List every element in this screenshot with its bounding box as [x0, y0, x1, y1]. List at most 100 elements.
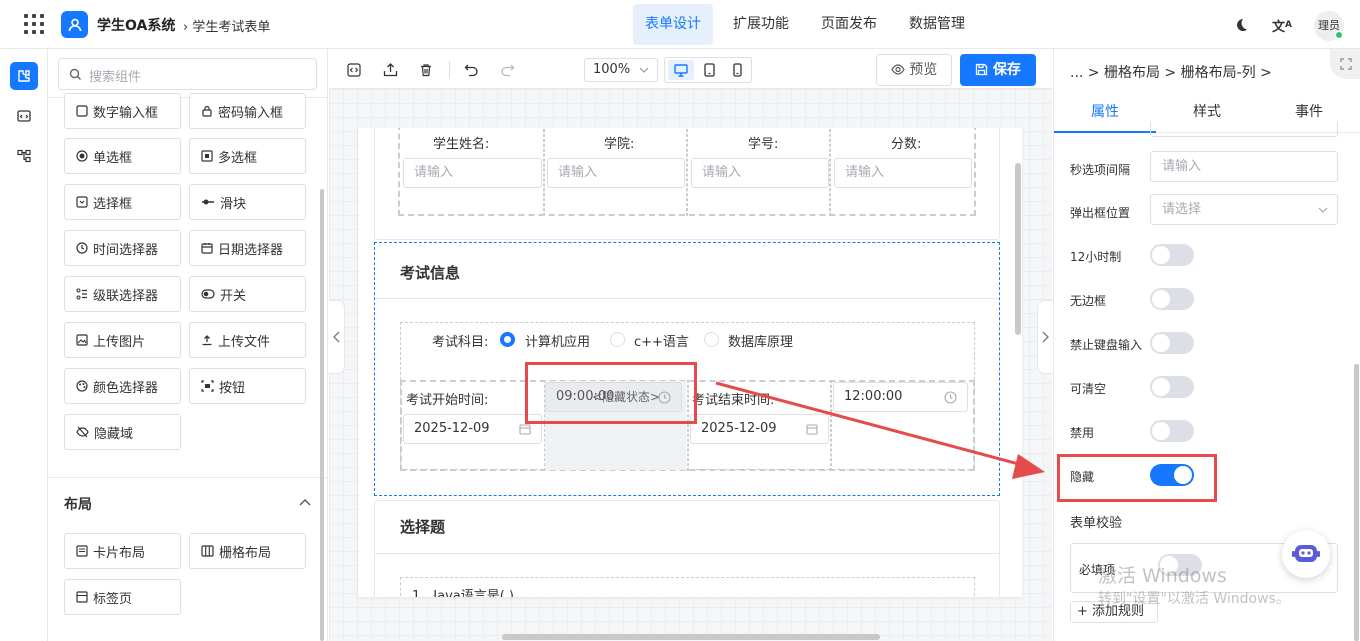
- app-grid-icon[interactable]: [24, 14, 44, 34]
- component-slider[interactable]: 滑块: [189, 184, 306, 220]
- student-name-input[interactable]: 请输入: [403, 158, 542, 188]
- scrolled-input-edge[interactable]: [1150, 121, 1338, 137]
- search-input[interactable]: 搜索组件: [58, 58, 317, 90]
- radio-cpp-label[interactable]: c++语言: [634, 331, 689, 350]
- undo-icon[interactable]: [460, 59, 482, 81]
- search-icon: [69, 68, 81, 80]
- component-hidden-field[interactable]: 隐藏域: [64, 414, 181, 450]
- radio-icon: [76, 150, 88, 162]
- radio-computer-app[interactable]: [500, 332, 515, 347]
- nav-page-publish[interactable]: 页面发布: [809, 4, 889, 45]
- collapse-left-button[interactable]: [329, 300, 345, 374]
- user-logo-icon: [61, 11, 88, 38]
- checkbox-icon: [201, 150, 213, 162]
- nav-extensions[interactable]: 扩展功能: [721, 4, 801, 45]
- component-switch[interactable]: 开关: [189, 276, 306, 312]
- start-date-input[interactable]: 2025-12-09: [403, 414, 542, 444]
- button-icon: [201, 380, 214, 392]
- source-code-rail-icon[interactable]: [10, 102, 38, 130]
- component-upload-file[interactable]: 上传文件: [189, 322, 306, 358]
- component-upload-image[interactable]: 上传图片: [64, 322, 181, 358]
- component-tabs[interactable]: 标签页: [64, 579, 181, 615]
- cascader-icon: [76, 288, 87, 300]
- switch-label-12h: 12小时制: [1070, 250, 1122, 264]
- grid-col-divider: [686, 128, 688, 216]
- score-input[interactable]: 请输入: [834, 158, 972, 188]
- preview-button[interactable]: 预览: [876, 54, 952, 86]
- radio-computer-app-label[interactable]: 计算机应用: [525, 331, 590, 350]
- code-icon[interactable]: [343, 59, 365, 81]
- radio-cpp[interactable]: [610, 332, 625, 347]
- switch-label-borderless: 无边框: [1070, 294, 1107, 308]
- left-rail: [0, 49, 48, 641]
- zoom-select[interactable]: 100%: [584, 58, 658, 82]
- grid-icon: [201, 545, 214, 557]
- component-cascader[interactable]: 级联选择器: [64, 276, 181, 312]
- eye-off-icon: [76, 426, 89, 438]
- outline-tree-rail-icon[interactable]: [10, 142, 38, 170]
- validation-title: 表单校验: [1070, 516, 1123, 531]
- student-id-input[interactable]: 请输入: [691, 158, 829, 188]
- fullscreen-icon[interactable]: [1330, 49, 1360, 79]
- chevron-left-icon: [333, 331, 340, 343]
- save-icon: [975, 63, 988, 76]
- collapse-right-button[interactable]: [1037, 300, 1053, 374]
- tablet-icon[interactable]: [697, 60, 721, 80]
- card-icon: [76, 545, 88, 557]
- choice-card-title: 选择题: [400, 518, 446, 536]
- second-gap-label: 秒选项间隔: [1070, 163, 1131, 177]
- redo-icon[interactable]: [496, 59, 518, 81]
- divider: [48, 477, 327, 478]
- component-card-layout[interactable]: 卡片布局: [64, 533, 181, 569]
- second-gap-input[interactable]: 请输入: [1150, 151, 1338, 182]
- lock-icon: [202, 105, 212, 117]
- radio-database-label[interactable]: 数据库原理: [728, 331, 793, 350]
- translate-icon[interactable]: 文A: [1272, 15, 1292, 35]
- subject-label: 考试科目:: [432, 335, 489, 350]
- components-rail-icon[interactable]: [10, 62, 38, 90]
- toggle-12h[interactable]: [1150, 244, 1194, 266]
- props-scrollbar[interactable]: [1354, 364, 1359, 641]
- dark-mode-icon[interactable]: [1232, 16, 1250, 34]
- nav-form-design[interactable]: 表单设计: [633, 4, 713, 45]
- college-input[interactable]: 请输入: [547, 158, 685, 188]
- switch-label-disabled: 禁用: [1070, 426, 1095, 440]
- component-checkbox[interactable]: 多选框: [189, 138, 306, 174]
- canvas-vertical-scrollbar[interactable]: [1015, 163, 1021, 335]
- breadcrumb[interactable]: › 学生考试表单: [183, 16, 270, 35]
- tab-properties[interactable]: 属性: [1054, 93, 1156, 133]
- trash-icon[interactable]: [415, 59, 437, 81]
- save-button[interactable]: 保存: [960, 54, 1036, 86]
- mobile-icon[interactable]: [725, 60, 749, 80]
- layout-section-title: 布局: [64, 497, 92, 513]
- component-date-picker[interactable]: 日期选择器: [189, 230, 306, 266]
- radio-database[interactable]: [704, 332, 719, 347]
- export-icon[interactable]: [379, 59, 401, 81]
- props-breadcrumb[interactable]: ... > 栅格布局 > 栅格布局-列 >: [1070, 62, 1272, 82]
- search-placeholder: 搜索组件: [89, 70, 142, 85]
- calendar-icon: [201, 243, 213, 254]
- component-number-input[interactable]: 数字输入框: [64, 93, 181, 129]
- popup-position-select[interactable]: 请选择: [1150, 194, 1338, 225]
- component-radio[interactable]: 单选框: [64, 138, 181, 174]
- toggle-clearable[interactable]: [1150, 376, 1194, 398]
- toggle-disabled[interactable]: [1150, 420, 1194, 442]
- slider-icon: [202, 199, 214, 205]
- avatar[interactable]: 理员: [1314, 11, 1344, 41]
- upload-icon: [202, 335, 212, 346]
- component-time-picker[interactable]: 时间选择器: [64, 230, 181, 266]
- component-grid-layout[interactable]: 栅格布局: [189, 533, 306, 569]
- panel-scrollbar[interactable]: [320, 189, 324, 641]
- component-button[interactable]: 按钮: [189, 368, 306, 404]
- toggle-disable-keyboard[interactable]: [1150, 332, 1194, 354]
- chevron-up-icon[interactable]: [298, 495, 312, 509]
- component-color-picker[interactable]: 颜色选择器: [64, 368, 181, 404]
- component-select[interactable]: 选择框: [64, 184, 181, 220]
- chatbot-button[interactable]: [1282, 530, 1330, 578]
- desktop-icon[interactable]: [668, 60, 694, 80]
- component-password-input[interactable]: 密码输入框: [189, 93, 306, 129]
- switch-icon: [201, 289, 215, 299]
- toggle-borderless[interactable]: [1150, 288, 1194, 310]
- canvas-horizontal-scrollbar[interactable]: [502, 634, 880, 640]
- nav-data-management[interactable]: 数据管理: [897, 4, 977, 45]
